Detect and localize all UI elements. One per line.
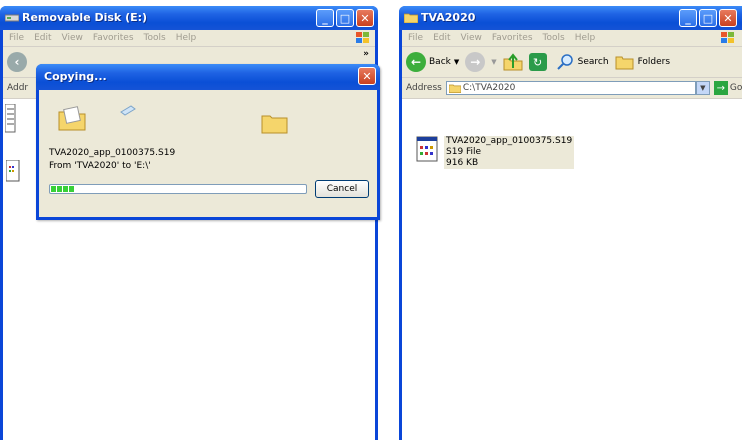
minimize-button[interactable]: _ (679, 9, 697, 27)
copy-progress-dialog: Copying... ✕ TVA2020_app_0100375.S19 Fro… (36, 64, 380, 220)
right-toolbar: ← Back ▼ → ▼ ↻ Search Folders (402, 47, 742, 78)
menu-edit[interactable]: Edit (34, 33, 51, 43)
menu-file[interactable]: File (9, 33, 24, 43)
source-folder-icon (58, 106, 86, 131)
menu-favorites[interactable]: Favorites (492, 33, 533, 43)
menu-edit[interactable]: Edit (433, 33, 450, 43)
progress-fill (50, 185, 76, 193)
go-arrow-icon: → (713, 81, 728, 95)
refresh-icon[interactable]: ↻ (528, 53, 547, 71)
maximize-button[interactable]: □ (699, 9, 717, 27)
address-dropdown-icon[interactable]: ▼ (695, 81, 710, 95)
folder-icon (448, 84, 461, 93)
cancel-button[interactable]: Cancel (315, 180, 369, 198)
dialog-title: Copying... (44, 70, 107, 83)
address-label: Addr (7, 83, 29, 93)
right-address-bar: Address C:\TVA2020 ▼ → Go (402, 78, 742, 99)
right-title-bar[interactable]: TVA2020 _ □ ✕ (399, 6, 742, 30)
file-item[interactable]: TVA2020_app_0100375.S19 S19 File 916 KB (416, 136, 575, 169)
file-name: TVA2020_app_0100375.S19 (446, 136, 573, 146)
dialog-close-button[interactable]: ✕ (358, 67, 376, 85)
close-button[interactable]: ✕ (719, 9, 737, 27)
folders-label: Folders (637, 57, 671, 67)
text-file-icon (5, 104, 16, 133)
progress-segment (57, 186, 62, 192)
search-icon (556, 54, 573, 70)
right-menu-bar: File Edit View Favorites Tools Help (402, 30, 742, 47)
forward-icon[interactable]: → (465, 52, 486, 72)
windows-logo-icon (721, 32, 734, 43)
right-explorer-window: TVA2020 _ □ ✕ File Edit View Favorites T… (399, 6, 742, 440)
address-input[interactable]: C:\TVA2020 (445, 81, 696, 95)
progress-segment (69, 186, 74, 192)
address-label: Address (406, 83, 442, 93)
close-button[interactable]: ✕ (356, 9, 374, 27)
dialog-title-bar[interactable]: Copying... ✕ (36, 64, 380, 90)
back-button[interactable]: ← Back ▼ (406, 52, 459, 72)
dialog-filename: TVA2020_app_0100375.S19 (49, 148, 176, 158)
right-client-area: File Edit View Favorites Tools Help ← Ba… (402, 30, 742, 440)
file-size: 916 KB (446, 158, 479, 168)
left-window-title: Removable Disk (E:) (22, 11, 148, 24)
s19-file-icon (416, 136, 438, 162)
s19-file-icon (6, 160, 20, 182)
back-dropdown-icon[interactable]: ▼ (454, 58, 459, 66)
menu-view[interactable]: View (62, 33, 83, 43)
menu-help[interactable]: Help (176, 33, 197, 43)
maximize-button[interactable]: □ (336, 9, 354, 27)
toolbar-chevron[interactable]: » (363, 49, 369, 59)
go-label: Go (729, 83, 742, 93)
menu-favorites[interactable]: Favorites (93, 33, 134, 43)
back-arrow-icon: ← (406, 52, 426, 72)
menu-view[interactable]: View (461, 33, 482, 43)
folders-icon (615, 56, 634, 70)
dialog-from-to: From 'TVA2020' to 'E:\' (49, 161, 151, 171)
up-folder-icon[interactable] (503, 53, 523, 71)
left-menu-bar: File Edit View Favorites Tools Help (3, 30, 375, 47)
address-value: C:\TVA2020 (462, 83, 516, 93)
minimize-button[interactable]: _ (316, 9, 334, 27)
dialog-body: TVA2020_app_0100375.S19 From 'TVA2020' t… (39, 90, 377, 217)
back-icon[interactable]: ‹ (7, 52, 27, 72)
forward-dropdown-icon[interactable]: ▼ (491, 58, 496, 66)
go-button[interactable]: → Go (713, 81, 742, 95)
windows-logo-icon (356, 32, 369, 43)
back-label: Back (429, 57, 451, 67)
file-type: S19 File (446, 147, 482, 157)
folders-button[interactable]: Folders (615, 54, 671, 70)
right-window-title: TVA2020 (421, 11, 476, 24)
menu-help[interactable]: Help (575, 33, 596, 43)
left-title-bar[interactable]: Removable Disk (E:) _ □ ✕ (0, 6, 378, 30)
menu-tools[interactable]: Tools (144, 33, 166, 43)
menu-file[interactable]: File (408, 33, 423, 43)
search-label: Search (577, 57, 609, 67)
progress-segment (51, 186, 56, 192)
flying-document-icon (120, 105, 136, 116)
progress-segment (63, 186, 68, 192)
destination-folder-icon (261, 115, 288, 134)
search-button[interactable]: Search (556, 53, 609, 71)
folder-icon (404, 13, 418, 23)
menu-tools[interactable]: Tools (543, 33, 565, 43)
file-details: TVA2020_app_0100375.S19 S19 File 916 KB (444, 136, 575, 169)
removable-disk-icon (5, 14, 19, 22)
copy-progress-bar (49, 184, 307, 194)
